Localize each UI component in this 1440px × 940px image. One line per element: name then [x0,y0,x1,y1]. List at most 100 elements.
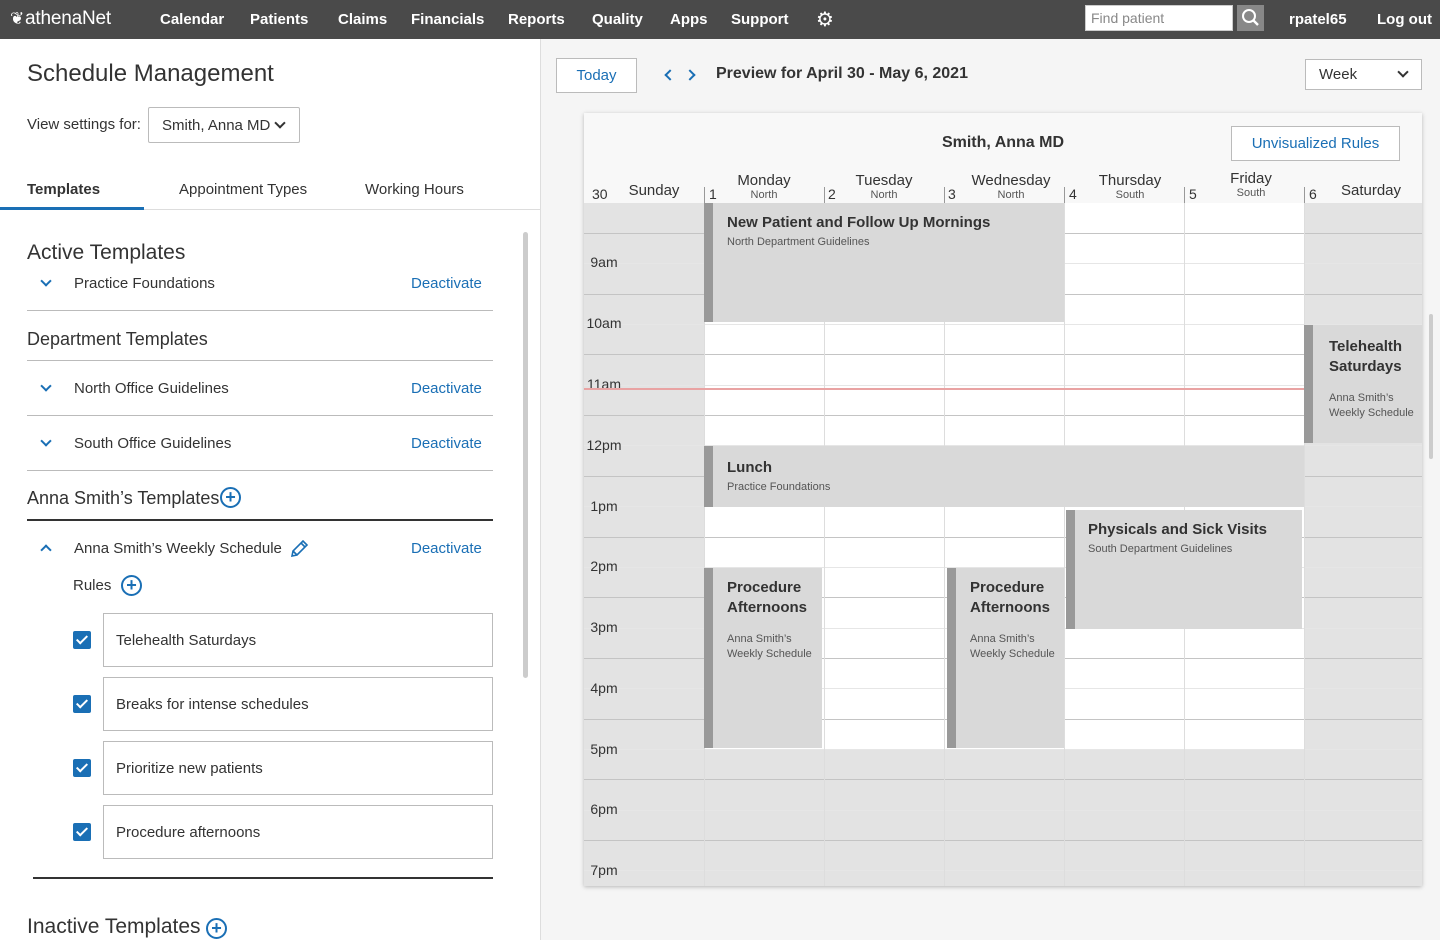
time-label: 9am [590,254,618,270]
event-source: Anna Smith’s Weekly Schedule [970,633,1055,660]
saturday-column[interactable] [1304,203,1422,886]
view-mode-select[interactable]: Week [1305,59,1422,90]
chevron-down-icon [274,117,286,129]
column-line [1064,203,1065,886]
provider-select[interactable]: Smith, Anna MD [148,107,300,143]
rule-item[interactable]: Breaks for intense schedules [103,677,493,731]
rule-checkbox-telehealth[interactable] [73,631,91,649]
rules-label: Rules [73,577,112,594]
chevron-right-icon[interactable] [684,69,696,81]
day-name: Sunday [628,182,680,199]
deactivate-south-office-link[interactable]: Deactivate [411,435,482,452]
deactivate-weekly-schedule-link[interactable]: Deactivate [411,540,482,557]
time-label: 10am [586,315,622,331]
time-label: 6pm [590,801,618,817]
calendar-grid[interactable]: 9am 10am 11am 12pm 1pm 2pm 3pm 4pm 5pm 6… [584,203,1422,886]
event-lunch[interactable]: Lunch Practice Foundations [704,446,1304,507]
day-name: Wednesday [971,172,1051,189]
event-title: Physicals and Sick Visits [1088,521,1267,538]
search-button[interactable] [1237,5,1264,31]
chevron-down-icon[interactable] [40,275,52,287]
view-mode-value: Week [1319,66,1358,83]
unvisualized-rules-button[interactable]: Unvisualized Rules [1231,126,1400,161]
chevron-down-icon[interactable] [40,435,52,447]
event-source: Anna Smith’s Weekly Schedule [1329,392,1414,419]
time-label: 2pm [590,558,618,574]
grid-line [584,749,1422,750]
south-office-guidelines-label: South Office Guidelines [74,435,232,452]
anna-templates-heading: Anna Smith’s Templates [27,488,220,508]
grid-line [584,385,1422,386]
day-name: Thursday [1098,172,1162,189]
event-title: Telehealth Saturdays [1329,338,1403,375]
nav-claims[interactable]: Claims [338,11,387,28]
logout-link[interactable]: Log out [1377,11,1432,28]
rule-label: Telehealth Saturdays [116,632,257,649]
add-rule-button[interactable]: + [121,575,142,596]
rule-item[interactable]: Telehealth Saturdays [103,613,493,667]
username-link[interactable]: rpatel65 [1289,11,1347,28]
tab-templates[interactable]: Templates [27,181,100,198]
tab-appointment-types[interactable]: Appointment Types [179,181,307,198]
gear-icon[interactable]: ⚙ [816,7,834,32]
grid-line [584,415,1422,416]
divider [27,519,493,521]
today-button[interactable]: Today [556,58,637,93]
day-department: North [997,189,1025,201]
rule-checkbox-prioritize[interactable] [73,759,91,777]
day-header-thursday: 4 Thursday South [1064,165,1184,203]
nav-patients[interactable]: Patients [250,11,308,28]
search-icon [1242,9,1259,26]
add-template-button[interactable]: + [220,487,241,508]
chevron-down-icon[interactable] [40,380,52,392]
event-procedure-afternoons-monday[interactable]: Procedure Afternoons Anna Smith’s Weekly… [704,568,822,748]
add-inactive-template-button[interactable]: + [206,918,227,939]
event-title: Lunch [727,459,772,476]
tab-working-hours[interactable]: Working Hours [365,181,464,198]
find-patient-input[interactable] [1085,5,1233,31]
athena-leaf-icon: ❦ [10,9,25,28]
rule-checkbox-breaks[interactable] [73,695,91,713]
event-physicals-sick-visits[interactable]: Physicals and Sick Visits South Departme… [1066,510,1302,629]
day-header-sunday: 30 Sunday [584,165,704,203]
athenanet-logo[interactable]: ❦athenaNet [10,8,111,30]
current-time-indicator [584,388,1305,390]
event-source: Anna Smith’s Weekly Schedule [727,633,812,660]
grid-line [584,324,1422,325]
day-department: South [1236,187,1266,199]
rule-item[interactable]: Prioritize new patients [103,741,493,795]
left-scrollbar[interactable] [523,232,528,678]
event-new-patient-mornings[interactable]: New Patient and Follow Up Mornings North… [704,203,1064,322]
view-settings-label: View settings for: [27,116,141,133]
pencil-icon[interactable] [288,538,310,560]
day-department: North [750,189,778,201]
calendar-header: Smith, Anna MD Unvisualized Rules 30 Sun… [584,113,1422,203]
department-templates-heading: Department Templates [27,329,208,349]
time-label: 12pm [586,437,622,453]
nav-apps[interactable]: Apps [670,11,708,28]
nav-quality[interactable]: Quality [592,11,643,28]
deactivate-practice-foundations-link[interactable]: Deactivate [411,275,482,292]
after-hours-area[interactable] [704,749,1304,886]
nav-calendar[interactable]: Calendar [160,11,224,28]
sunday-column[interactable] [584,203,704,886]
nav-reports[interactable]: Reports [508,11,565,28]
schedule-preview-panel: Today Preview for April 30 - May 6, 2021… [541,39,1440,940]
event-source: North Department Guidelines [727,236,870,248]
nav-financials[interactable]: Financials [411,11,484,28]
chevron-up-icon[interactable] [40,544,52,556]
column-line [1304,203,1305,886]
rule-item[interactable]: Procedure afternoons [103,805,493,859]
event-procedure-afternoons-wednesday[interactable]: Procedure Afternoons Anna Smith’s Weekly… [947,568,1064,748]
nav-support[interactable]: Support [731,11,789,28]
event-telehealth-saturdays[interactable]: Telehealth Saturdays Anna Smith’s Weekly… [1304,325,1422,443]
rule-label: Procedure afternoons [116,824,261,841]
right-scrollbar[interactable] [1429,314,1433,459]
rule-checkbox-procedure[interactable] [73,823,91,841]
week-calendar: Smith, Anna MD Unvisualized Rules 30 Sun… [584,113,1422,886]
schedule-settings-panel: Schedule Management View settings for: S… [0,39,541,940]
chevron-left-icon[interactable] [664,69,676,81]
day-name: Tuesday [855,172,913,189]
deactivate-north-office-link[interactable]: Deactivate [411,380,482,397]
page-title: Schedule Management [27,60,274,87]
